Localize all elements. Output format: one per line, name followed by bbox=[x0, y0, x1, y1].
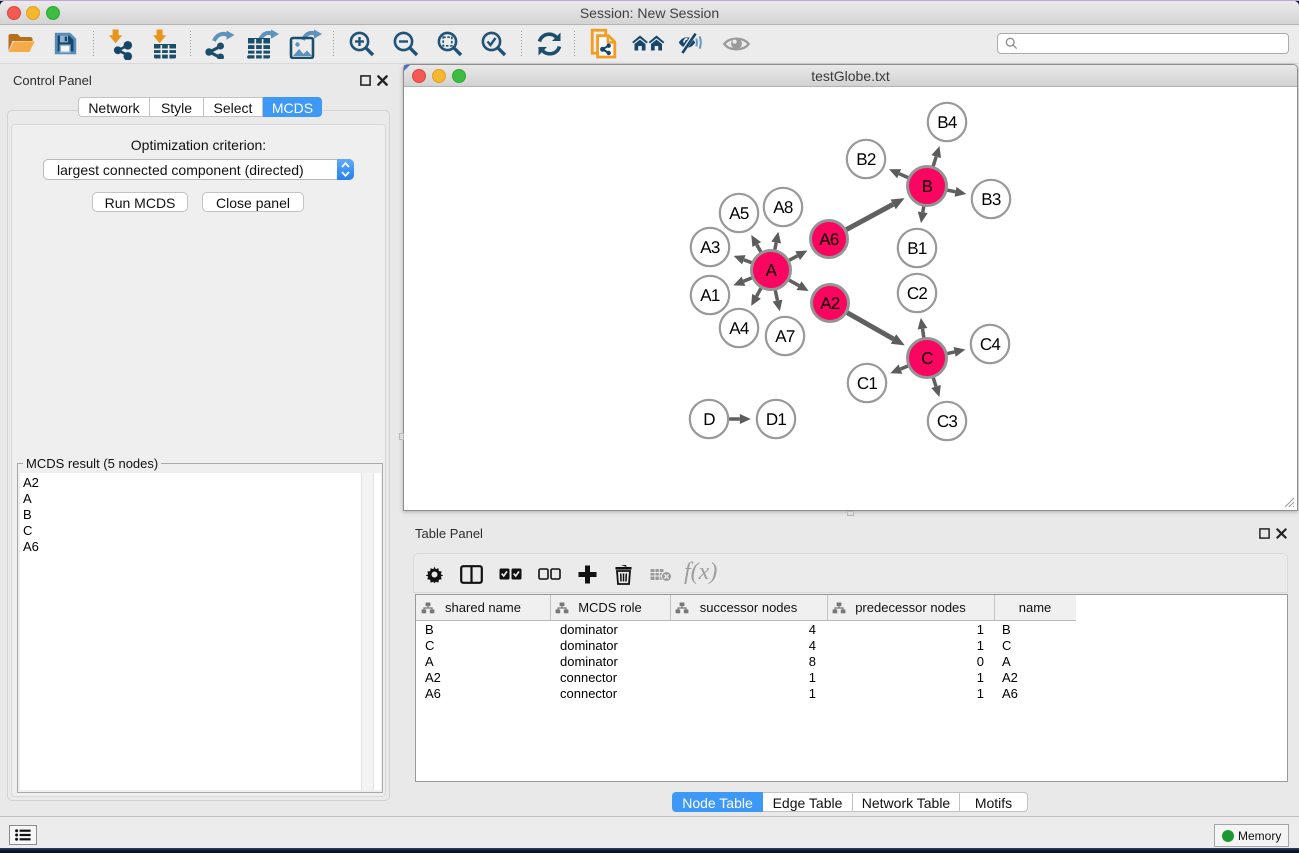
svg-text:A2: A2 bbox=[820, 294, 840, 313]
svg-text:A7: A7 bbox=[775, 327, 795, 346]
svg-text:A: A bbox=[766, 261, 778, 280]
svg-text:D1: D1 bbox=[766, 410, 787, 429]
svg-text:B4: B4 bbox=[937, 113, 957, 132]
svg-text:B: B bbox=[922, 177, 933, 196]
svg-text:B1: B1 bbox=[907, 239, 927, 258]
svg-text:A6: A6 bbox=[819, 230, 839, 249]
svg-text:D: D bbox=[703, 410, 715, 429]
svg-text:C1: C1 bbox=[857, 374, 878, 393]
svg-text:C: C bbox=[921, 349, 933, 368]
svg-text:A5: A5 bbox=[729, 204, 749, 223]
svg-text:C4: C4 bbox=[980, 335, 1001, 354]
svg-text:A3: A3 bbox=[700, 238, 720, 257]
svg-text:C3: C3 bbox=[937, 412, 958, 431]
svg-text:B3: B3 bbox=[981, 190, 1001, 209]
svg-text:B2: B2 bbox=[856, 150, 876, 169]
svg-text:C2: C2 bbox=[907, 284, 928, 303]
svg-text:A8: A8 bbox=[773, 198, 793, 217]
svg-text:A4: A4 bbox=[729, 319, 749, 338]
svg-text:A1: A1 bbox=[700, 286, 720, 305]
